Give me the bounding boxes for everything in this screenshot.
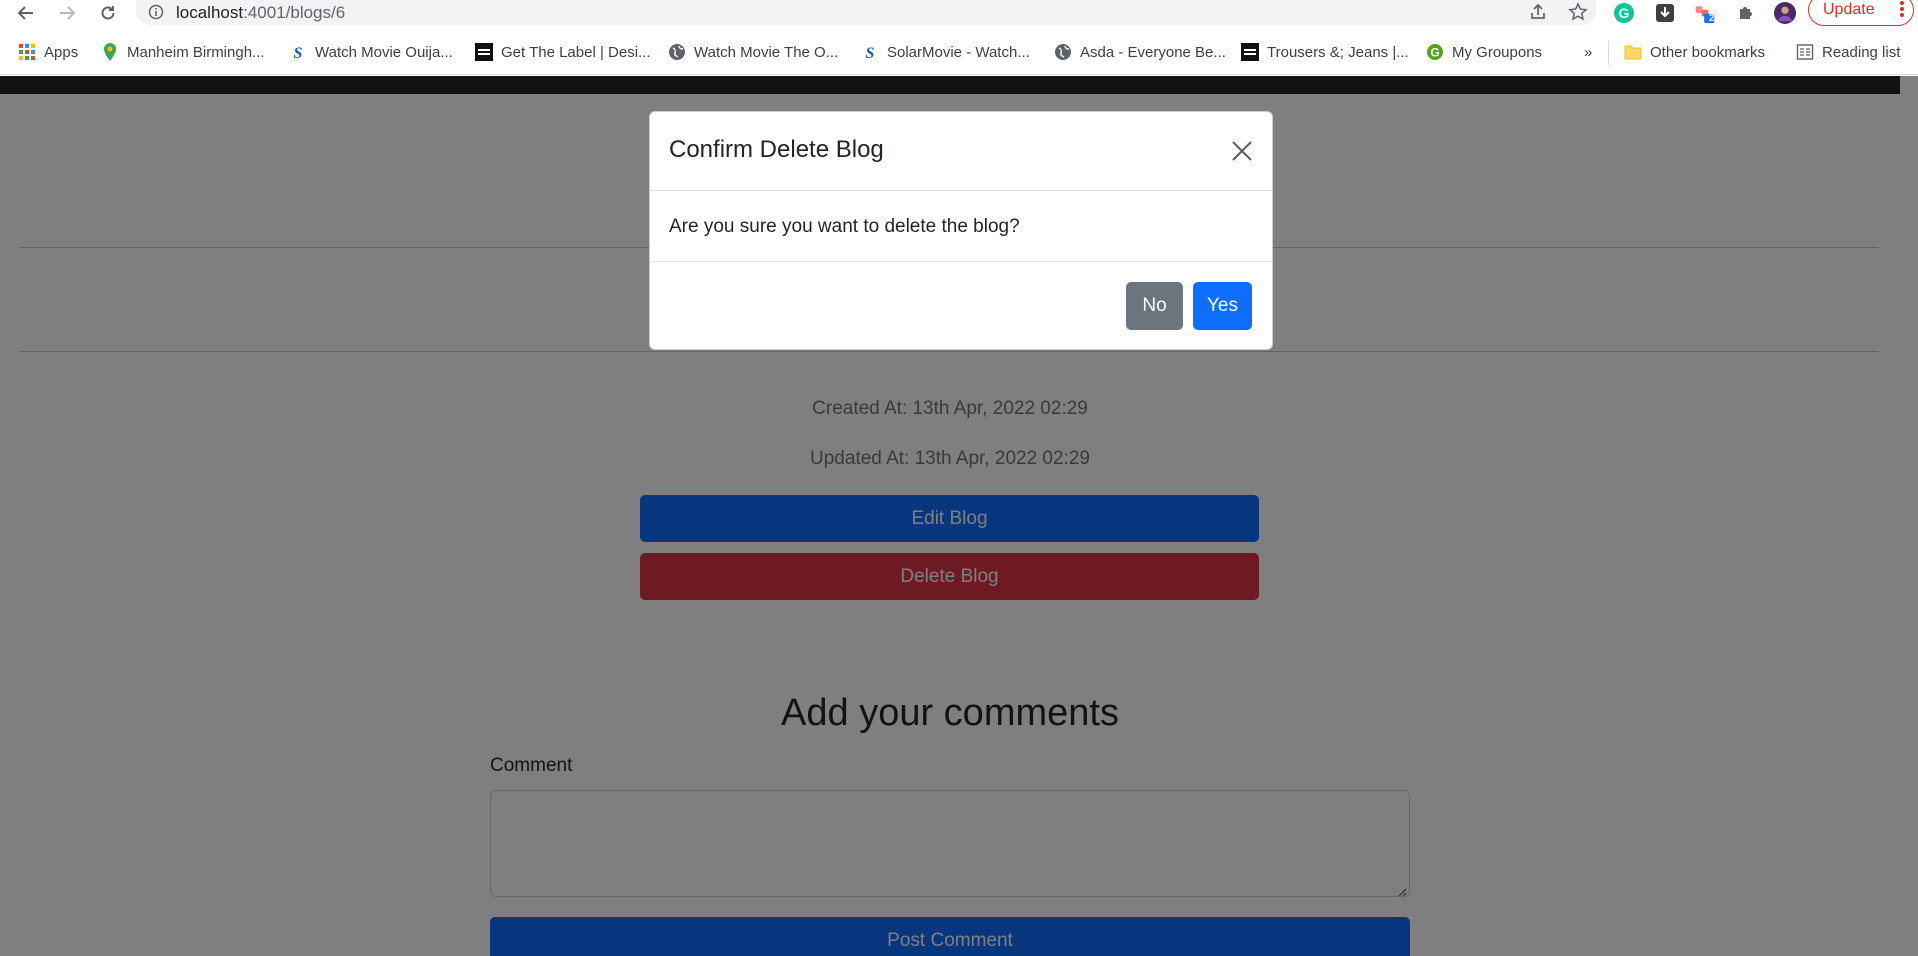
bookmark-label: Other bookmarks	[1650, 43, 1766, 61]
bookmark-asda[interactable]: Asda - Everyone Be...	[1054, 41, 1226, 63]
bookmark-label: Trousers &; Jeans |...	[1267, 43, 1409, 61]
address-bar[interactable]: localhost:4001/blogs/6	[136, 0, 1596, 25]
get-the-label-icon	[475, 43, 493, 61]
bookmark-label: SolarMovie - Watch...	[887, 43, 1030, 61]
bookmark-label: Watch Movie The O...	[694, 43, 839, 61]
bookmark-star-icon[interactable]	[1568, 2, 1588, 27]
modal-message: Are you sure you want to delete the blog…	[669, 216, 1020, 237]
svg-text:G: G	[1430, 46, 1439, 60]
update-label: Update	[1823, 1, 1875, 18]
reading-list-button[interactable]: Reading list	[1796, 41, 1900, 63]
bookmark-watch-the-o[interactable]: Watch Movie The O...	[668, 41, 838, 63]
forward-arrow-icon[interactable]	[54, 0, 80, 25]
bookmark-label: Apps	[44, 43, 79, 61]
bookmark-label: My Groupons	[1452, 43, 1543, 61]
modal-body: Are you sure you want to delete the blog…	[650, 191, 1272, 262]
url-host: localhost	[176, 3, 244, 22]
yes-button[interactable]: Yes	[1193, 282, 1252, 330]
bookmark-manheim[interactable]: Manheim Birmingh...	[101, 41, 265, 63]
bookmarks-divider	[1608, 41, 1609, 65]
apps-grid-icon	[18, 43, 36, 61]
maps-pin-icon	[101, 43, 119, 61]
no-button[interactable]: No	[1126, 282, 1183, 330]
profile-avatar[interactable]	[1774, 2, 1796, 24]
svg-text:S: S	[866, 45, 875, 61]
extension-badge-icon[interactable]: 2	[1694, 2, 1716, 24]
bookmark-label: Get The Label | Desi...	[501, 43, 651, 61]
bookmark-label: Asda - Everyone Be...	[1080, 43, 1226, 61]
extensions-puzzle-icon[interactable]	[1735, 2, 1757, 24]
bookmark-label: Watch Movie Ouija...	[315, 43, 453, 61]
bookmarks-bar: Apps Manheim Birmingh... S Watch Movie O…	[0, 31, 1918, 75]
groupon-icon: G	[1426, 43, 1444, 61]
folder-icon	[1624, 43, 1642, 61]
download-extension-icon[interactable]	[1654, 2, 1676, 24]
update-button[interactable]: Update	[1808, 0, 1914, 26]
back-arrow-icon[interactable]	[13, 0, 39, 25]
bookmarks-overflow-button[interactable]: »	[1584, 41, 1592, 63]
confirm-delete-modal: Confirm Delete Blog Are you sure you wan…	[649, 111, 1273, 350]
solarmovie-icon: S	[289, 43, 307, 61]
reload-icon[interactable]	[95, 0, 121, 25]
svg-text:G: G	[1619, 5, 1630, 21]
bookmark-label: Reading list	[1822, 43, 1901, 61]
modal-header: Confirm Delete Blog	[650, 112, 1272, 191]
extension-badge-count: 2	[1709, 13, 1715, 24]
get-the-label-icon	[1241, 43, 1259, 61]
bookmark-label: Manheim Birmingh...	[127, 43, 265, 61]
grammarly-icon[interactable]: G	[1613, 2, 1635, 24]
bookmark-get-the-label[interactable]: Get The Label | Desi...	[475, 41, 651, 63]
url-path: :4001/blogs/6	[243, 3, 346, 22]
bookmark-other-bookmarks[interactable]: Other bookmarks	[1624, 41, 1765, 63]
reading-list-icon	[1796, 43, 1814, 61]
solarmovie-icon: S	[861, 43, 879, 61]
browser-toolbar: localhost:4001/blogs/6 G 2 Update	[0, 0, 1918, 26]
globe-icon	[1054, 43, 1072, 61]
globe-icon	[668, 43, 686, 61]
url-text: localhost:4001/blogs/6	[176, 3, 345, 23]
bookmark-my-groupons[interactable]: G My Groupons	[1426, 41, 1542, 63]
share-icon[interactable]	[1528, 2, 1548, 27]
more-menu-icon[interactable]	[1899, 0, 1905, 24]
close-icon[interactable]	[1228, 137, 1256, 165]
bookmark-apps[interactable]: Apps	[18, 41, 78, 63]
page-viewport: Created At: 13th Apr, 2022 02:29 Updated…	[0, 76, 1918, 956]
svg-text:S: S	[294, 45, 303, 61]
bookmark-solarmovie[interactable]: S SolarMovie - Watch...	[861, 41, 1030, 63]
bookmark-watch-ouija[interactable]: S Watch Movie Ouija...	[289, 41, 453, 63]
overflow-chevron-icon: »	[1584, 43, 1593, 61]
site-info-icon[interactable]	[148, 4, 164, 25]
modal-title: Confirm Delete Blog	[669, 136, 884, 163]
bookmark-trousers-jeans[interactable]: Trousers &; Jeans |...	[1241, 41, 1409, 63]
